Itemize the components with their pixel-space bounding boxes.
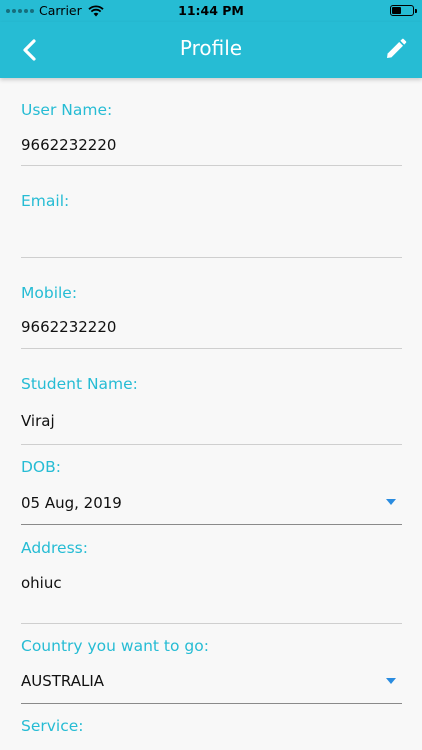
- student-name-underline: [21, 444, 402, 445]
- country-underline: [21, 703, 402, 704]
- country-value[interactable]: AUSTRALIA: [21, 672, 104, 690]
- battery-icon: [390, 5, 417, 16]
- service-label: Service:: [21, 717, 84, 735]
- dob-dropdown[interactable]: DOB: 05 Aug, 2019: [21, 458, 402, 525]
- user-name-value[interactable]: 9662232220: [21, 136, 116, 154]
- mobile-underline: [21, 348, 402, 349]
- dob-dropdown-arrow-icon[interactable]: [386, 499, 396, 505]
- email-field[interactable]: Email:: [21, 192, 402, 258]
- country-dropdown-arrow-icon[interactable]: [386, 678, 396, 684]
- mobile-label: Mobile:: [21, 284, 78, 302]
- service-field[interactable]: Service:: [21, 717, 402, 735]
- user-name-label: User Name:: [21, 101, 113, 119]
- address-underline: [21, 623, 402, 624]
- dob-value[interactable]: 05 Aug, 2019: [21, 494, 122, 512]
- address-label: Address:: [21, 539, 88, 557]
- mobile-field[interactable]: Mobile: 9662232220: [21, 284, 402, 349]
- nav-bar: Profile: [0, 22, 422, 78]
- user-name-field[interactable]: User Name: 9662232220: [21, 101, 402, 166]
- dob-label: DOB:: [21, 458, 61, 476]
- student-name-label: Student Name:: [21, 375, 138, 393]
- country-dropdown[interactable]: Country you want to go: AUSTRALIA: [21, 637, 402, 704]
- address-value[interactable]: ohiuc: [21, 574, 62, 592]
- status-bar: Carrier 11:44 PM: [0, 0, 422, 22]
- email-label: Email:: [21, 192, 70, 210]
- email-underline: [21, 257, 402, 258]
- student-name-value[interactable]: Viraj: [21, 412, 55, 430]
- dob-underline: [21, 524, 402, 525]
- edit-button[interactable]: [384, 37, 408, 61]
- page-title: Profile: [179, 36, 243, 60]
- student-name-field[interactable]: Student Name: Viraj: [21, 375, 402, 445]
- address-field[interactable]: Address: ohiuc: [21, 539, 402, 624]
- mobile-value[interactable]: 9662232220: [21, 318, 116, 336]
- user-name-underline: [21, 165, 402, 166]
- country-label: Country you want to go:: [21, 637, 209, 655]
- status-time: 11:44 PM: [178, 3, 244, 18]
